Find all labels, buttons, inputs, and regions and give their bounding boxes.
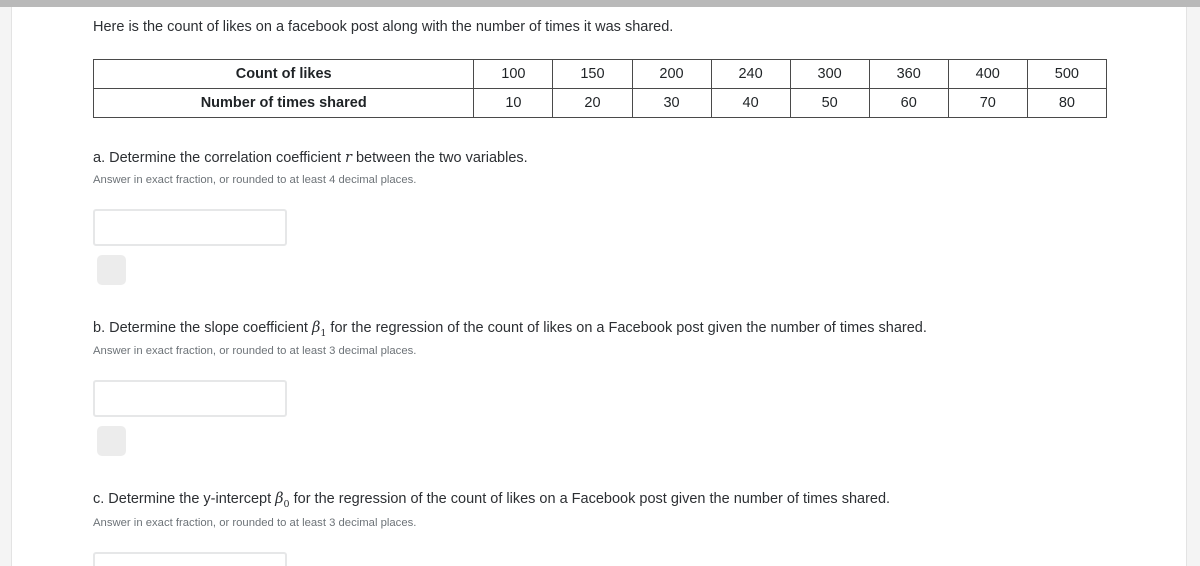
row-header-times-shared: Number of times shared — [92, 87, 475, 118]
cell-likes-1: 100 — [473, 58, 554, 89]
cell-shared-6: 60 — [868, 87, 949, 118]
question-b-prefix: b. Determine the slope coefficient — [93, 319, 312, 336]
question-b-suffix: for the regression of the count of likes… — [326, 319, 927, 336]
question-c-prefix: c. Determine the y-intercept — [93, 491, 276, 508]
cell-shared-8: 80 — [1026, 87, 1108, 118]
answer-input-c[interactable] — [93, 551, 287, 566]
table-row: Count of likes 100 150 200 240 300 360 4… — [92, 58, 1108, 89]
question-b-text: b. Determine the slope coefficient β1 fo… — [93, 318, 1153, 341]
cell-likes-5: 300 — [789, 58, 870, 89]
browser-chrome-bar — [0, 0, 1200, 7]
question-a-suffix: between the two variables. — [351, 149, 528, 166]
row-header-count-of-likes: Count of likes — [92, 58, 475, 89]
cell-likes-8: 500 — [1026, 58, 1108, 89]
question-a-text: a. Determine the correlation coefficient… — [93, 148, 1153, 169]
answer-input-a[interactable] — [93, 208, 287, 246]
question-a-prefix: a. Determine the correlation coefficient — [93, 149, 346, 166]
submit-button-a[interactable] — [97, 254, 126, 285]
content-card: Here is the count of likes on a facebook… — [11, 7, 1187, 566]
cell-shared-1: 10 — [473, 87, 554, 118]
question-a-hint: Answer in exact fraction, or rounded to … — [93, 173, 417, 186]
cell-likes-3: 200 — [631, 58, 712, 89]
cell-shared-3: 30 — [631, 87, 712, 118]
cell-likes-6: 360 — [868, 58, 949, 89]
cell-shared-5: 50 — [789, 87, 870, 118]
question-c-symbol: β0 — [275, 491, 290, 510]
cell-likes-7: 400 — [947, 58, 1028, 89]
question-c-hint: Answer in exact fraction, or rounded to … — [93, 516, 417, 529]
cell-shared-4: 40 — [710, 87, 791, 118]
question-a-symbol: r — [345, 149, 352, 166]
content-column: Here is the count of likes on a facebook… — [92, 7, 1153, 566]
intro-text: Here is the count of likes on a facebook… — [93, 19, 674, 35]
question-b-hint: Answer in exact fraction, or rounded to … — [93, 345, 417, 358]
cell-shared-2: 20 — [552, 87, 633, 118]
question-a: a. Determine the correlation coefficient… — [93, 148, 1153, 285]
page-root: Here is the count of likes on a facebook… — [0, 0, 1200, 566]
question-b-symbol: β1 — [311, 319, 327, 339]
table-row: Number of times shared 10 20 30 40 50 60… — [92, 87, 1108, 118]
cell-shared-7: 70 — [947, 87, 1028, 118]
cell-likes-4: 240 — [710, 58, 791, 89]
question-c: c. Determine the y-intercept β0 for the … — [93, 489, 1153, 566]
answer-input-b[interactable] — [93, 380, 287, 418]
submit-button-b[interactable] — [97, 426, 126, 457]
question-c-text: c. Determine the y-intercept β0 for the … — [93, 489, 1153, 512]
data-table: Count of likes 100 150 200 240 300 360 4… — [92, 58, 1108, 118]
question-c-suffix: for the regression of the count of likes… — [289, 491, 891, 508]
question-b: b. Determine the slope coefficient β1 fo… — [93, 318, 1153, 457]
cell-likes-2: 150 — [552, 58, 633, 89]
